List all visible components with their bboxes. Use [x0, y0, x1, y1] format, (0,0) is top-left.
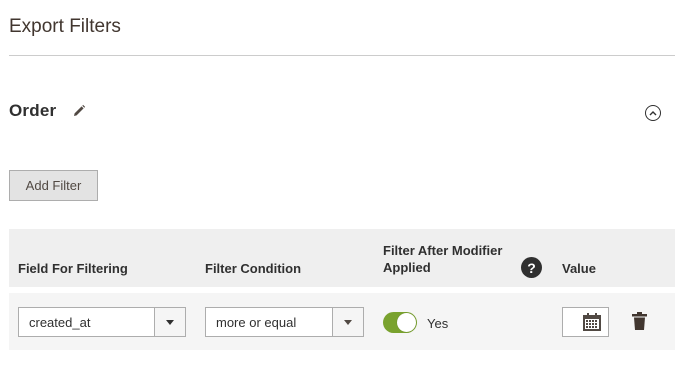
chevron-down-icon [344, 319, 352, 325]
condition-select-arrow[interactable] [332, 308, 363, 336]
field-select-value: created_at [29, 315, 91, 330]
value-date-input[interactable] [562, 307, 609, 337]
field-select-arrow[interactable] [154, 308, 185, 336]
toggle-knob [397, 313, 416, 332]
column-header-condition: Filter Condition [205, 261, 302, 276]
condition-select[interactable]: more or equal [205, 307, 364, 337]
column-header-modifier-line2: Applied [383, 260, 431, 275]
condition-select-value: more or equal [216, 315, 297, 330]
trash-icon[interactable] [631, 311, 648, 331]
help-icon[interactable]: ? [521, 257, 542, 278]
add-filter-button[interactable]: Add Filter [9, 170, 98, 201]
filters-table-header [9, 229, 675, 287]
section-title: Export Filters [9, 16, 121, 37]
modifier-toggle-label: Yes [427, 316, 449, 331]
collapse-icon[interactable] [645, 105, 661, 121]
column-header-modifier: Filter After Modifier Applied [383, 242, 502, 276]
modifier-toggle[interactable] [383, 312, 417, 333]
column-header-field: Field For Filtering [18, 261, 128, 276]
order-header: Order [9, 101, 86, 121]
column-header-value: Value [562, 261, 596, 276]
chevron-down-icon [166, 319, 174, 325]
section-divider [9, 55, 675, 56]
calendar-icon[interactable] [581, 311, 603, 333]
pencil-icon[interactable] [72, 104, 86, 118]
order-title: Order [9, 101, 57, 120]
field-select[interactable]: created_at [18, 307, 186, 337]
column-header-modifier-line1: Filter After Modifier [383, 243, 503, 258]
